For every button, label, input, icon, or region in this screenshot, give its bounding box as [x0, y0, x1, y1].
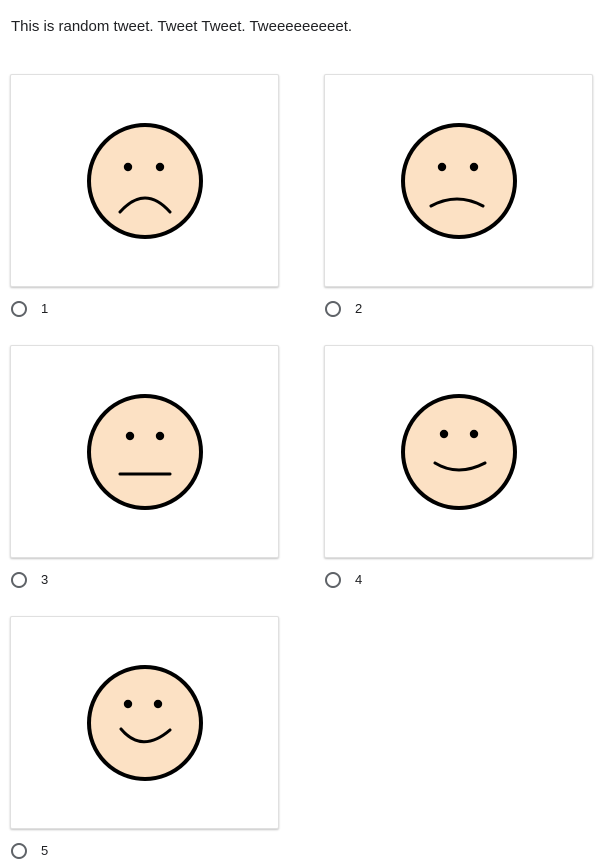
- option-4: 4: [324, 345, 593, 590]
- choice-label: 4: [355, 572, 363, 587]
- happy-face-icon: [400, 393, 517, 510]
- radio-button[interactable]: [11, 301, 27, 317]
- sad-face-icon: [400, 122, 517, 239]
- neutral-face-icon: [86, 393, 203, 510]
- very-happy-face-icon: [86, 664, 203, 781]
- option-image-card[interactable]: [10, 345, 279, 558]
- choice-row[interactable]: 5: [10, 841, 279, 861]
- option-3: 3: [10, 345, 279, 590]
- question-title: This is random tweet. Tweet Tweet. Tweee…: [11, 18, 353, 35]
- option-image-card[interactable]: [10, 74, 279, 287]
- choice-row[interactable]: 1: [10, 299, 279, 319]
- choice-row[interactable]: 2: [324, 299, 593, 319]
- choice-label: 2: [355, 301, 363, 316]
- option-image-card[interactable]: [324, 345, 593, 558]
- radio-button[interactable]: [11, 572, 27, 588]
- radio-button[interactable]: [325, 301, 341, 317]
- radio-button[interactable]: [11, 843, 27, 859]
- choice-row[interactable]: 3: [10, 570, 279, 590]
- option-5: 5: [10, 616, 279, 861]
- radio-button[interactable]: [325, 572, 341, 588]
- choice-row[interactable]: 4: [324, 570, 593, 590]
- option-image-card[interactable]: [10, 616, 279, 829]
- choice-label: 3: [41, 572, 49, 587]
- very-sad-face-icon: [86, 122, 203, 239]
- choice-label: 1: [41, 301, 49, 316]
- choice-label: 5: [41, 843, 49, 858]
- option-1: 1: [10, 74, 279, 319]
- option-image-card[interactable]: [324, 74, 593, 287]
- option-2: 2: [324, 74, 593, 319]
